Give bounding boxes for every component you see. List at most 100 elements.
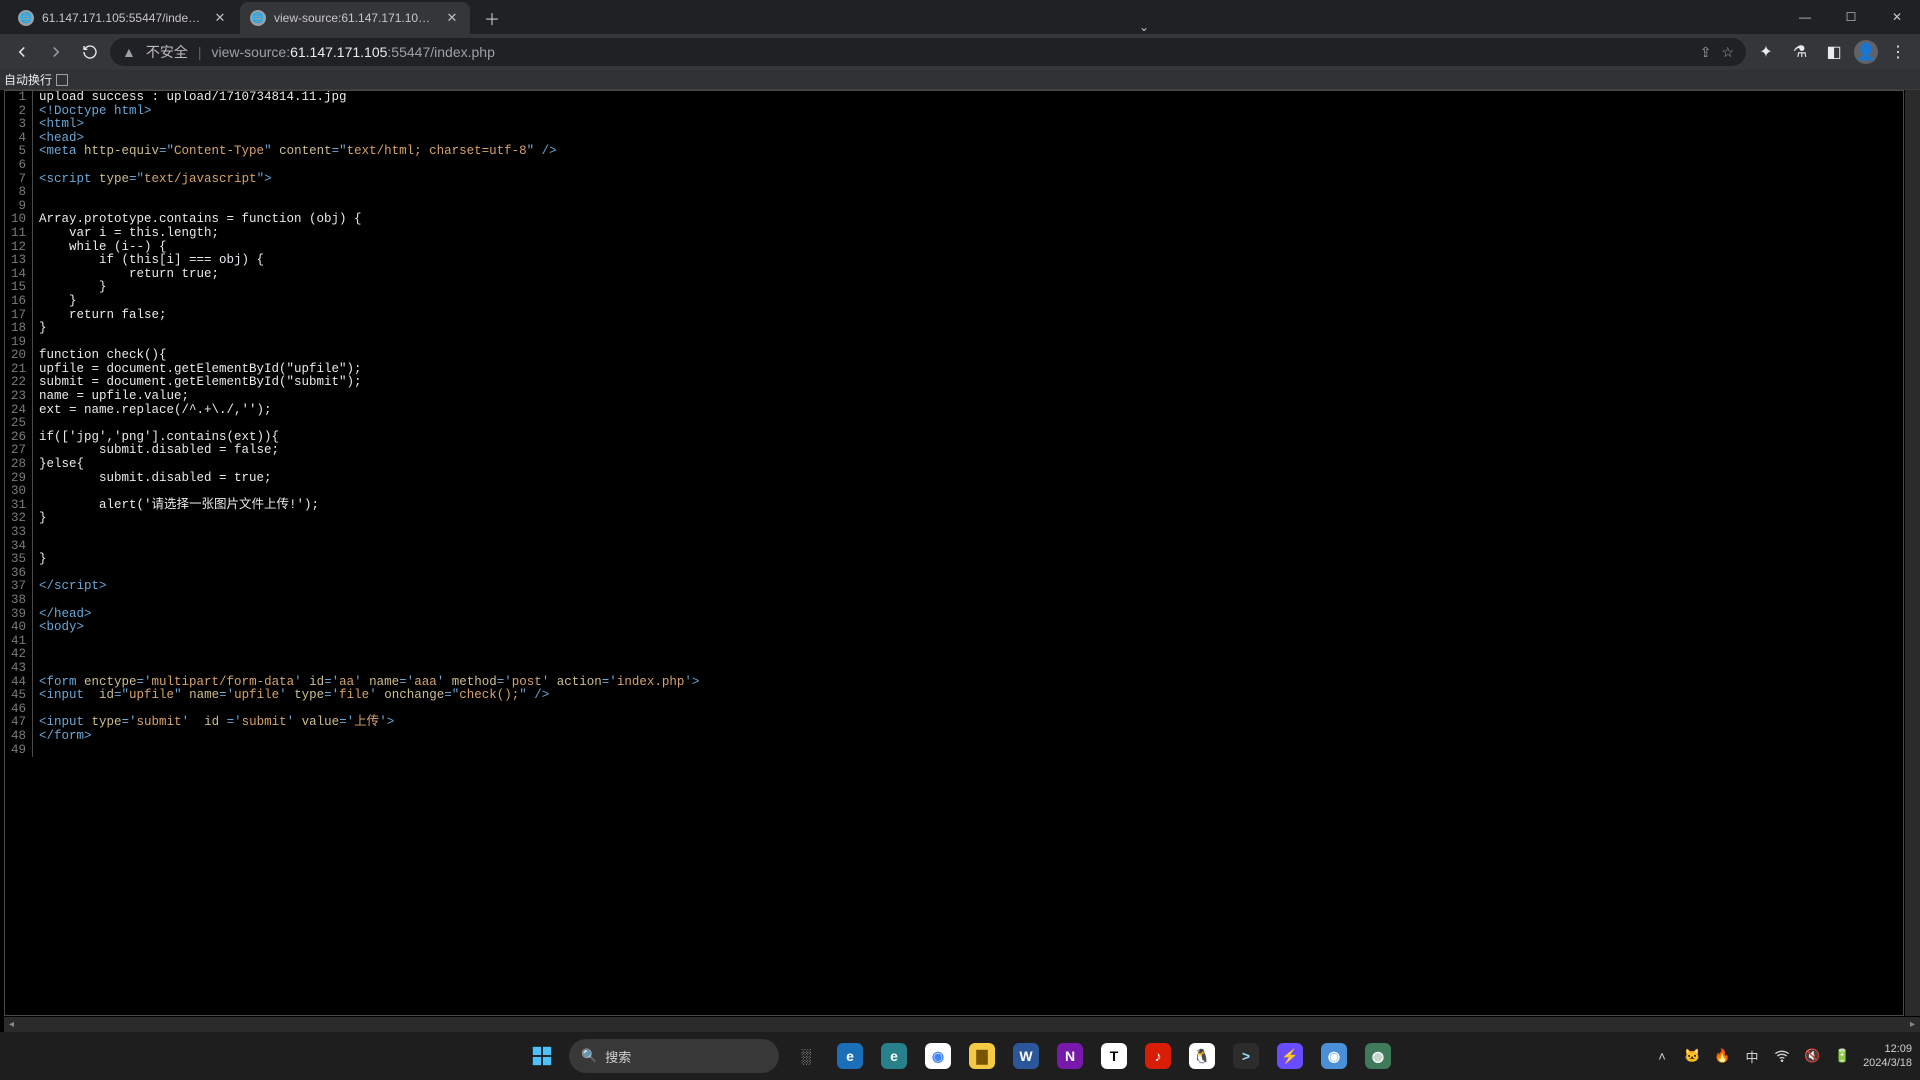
line-code[interactable] (33, 662, 1903, 676)
taskbar-app-edge-dev[interactable]: e (875, 1037, 913, 1075)
line-code[interactable]: <!Doctype html> (33, 105, 1903, 119)
taskbar-app-word[interactable]: W (1007, 1037, 1045, 1075)
scroll-right-icon[interactable]: ▸ (1905, 1017, 1920, 1032)
close-window-button[interactable]: ✕ (1874, 0, 1920, 34)
line-code[interactable]: alert('请选择一张图片文件上传!'); (33, 499, 1903, 513)
source-line: 25 (5, 417, 1903, 431)
taskbar-app-edge[interactable]: e (831, 1037, 869, 1075)
line-code[interactable]: submit.disabled = false; (33, 444, 1903, 458)
sidepanel-icon[interactable]: ◧ (1820, 38, 1848, 66)
horizontal-scrollbar[interactable]: ◂ ▸ (4, 1017, 1920, 1032)
tray-app-icon[interactable]: 🔥 (1713, 1047, 1731, 1065)
tab-overflow-icon[interactable]: ⌄ (1129, 20, 1159, 34)
line-code[interactable] (33, 567, 1903, 581)
line-code[interactable]: <script type="text/javascript"> (33, 173, 1903, 187)
forward-button[interactable] (42, 38, 70, 66)
menu-icon[interactable]: ⋮ (1884, 38, 1912, 66)
line-code[interactable]: }else{ (33, 458, 1903, 472)
source-content[interactable]: 1upload success : upload/1710734814.11.j… (4, 90, 1904, 1016)
back-button[interactable] (8, 38, 36, 66)
line-code[interactable]: submit.disabled = true; (33, 472, 1903, 486)
taskbar-app-task-view[interactable]: ░ (787, 1037, 825, 1075)
taskbar-app-burp[interactable]: ⚡ (1271, 1037, 1309, 1075)
taskbar-clock[interactable]: 12:09 2024/3/18 (1863, 1042, 1912, 1070)
line-code[interactable]: } (33, 553, 1903, 567)
maximize-button[interactable]: ☐ (1828, 0, 1874, 34)
line-code[interactable]: upfile = document.getElementById("upfile… (33, 363, 1903, 377)
line-number: 31 (5, 499, 33, 513)
line-code[interactable]: } (33, 295, 1903, 309)
ime-indicator[interactable]: 中 (1743, 1047, 1761, 1065)
line-code[interactable] (33, 635, 1903, 649)
line-code[interactable]: <html> (33, 118, 1903, 132)
taskbar-search[interactable]: 🔍 搜索 (569, 1039, 779, 1073)
line-code[interactable]: name = upfile.value; (33, 390, 1903, 404)
profile-icon[interactable]: 👤 (1854, 40, 1878, 64)
start-button[interactable] (523, 1037, 561, 1075)
address-bar[interactable]: ▲ 不安全 | view-source:61.147.171.105:55447… (110, 38, 1746, 66)
line-code[interactable]: } (33, 512, 1903, 526)
new-tab-button[interactable]: ＋ (478, 4, 506, 32)
volume-icon[interactable]: 🔇 (1803, 1047, 1821, 1065)
line-code[interactable]: var i = this.length; (33, 227, 1903, 241)
tray-app-icon[interactable]: 🐱 (1683, 1047, 1701, 1065)
reload-button[interactable] (76, 38, 104, 66)
labs-icon[interactable]: ⚗ (1786, 38, 1814, 66)
close-icon[interactable]: ✕ (212, 10, 228, 26)
line-code[interactable] (33, 336, 1903, 350)
line-code[interactable]: return true; (33, 268, 1903, 282)
taskbar-app-onenote[interactable]: N (1051, 1037, 1089, 1075)
taskbar-app-chrome[interactable]: ◉ (919, 1037, 957, 1075)
line-code[interactable]: </head> (33, 608, 1903, 622)
line-code[interactable]: </form> (33, 730, 1903, 744)
line-code[interactable]: while (i--) { (33, 241, 1903, 255)
taskbar-app-terminal[interactable]: > (1227, 1037, 1265, 1075)
line-code[interactable] (33, 186, 1903, 200)
line-code[interactable]: if (this[i] === obj) { (33, 254, 1903, 268)
line-code[interactable]: } (33, 322, 1903, 336)
line-code[interactable] (33, 648, 1903, 662)
wifi-icon[interactable] (1773, 1047, 1791, 1065)
line-code[interactable] (33, 200, 1903, 214)
line-code[interactable]: <input type='submit' id ='submit' value=… (33, 716, 1903, 730)
line-code[interactable]: <input id="upfile" name='upfile' type='f… (33, 689, 1903, 703)
line-code[interactable] (33, 526, 1903, 540)
taskbar-app-app[interactable]: ◍ (1359, 1037, 1397, 1075)
line-code[interactable] (33, 594, 1903, 608)
line-code[interactable] (33, 159, 1903, 173)
share-icon[interactable]: ⇪ (1700, 44, 1712, 61)
minimize-button[interactable]: ― (1782, 0, 1828, 34)
line-code[interactable]: function check(){ (33, 349, 1903, 363)
taskbar-app-typora[interactable]: T (1095, 1037, 1133, 1075)
taskbar-app-chromium[interactable]: ◉ (1315, 1037, 1353, 1075)
tab-active[interactable]: 🌐 view-source:61.147.171.105:55 ✕ (240, 2, 470, 34)
line-code[interactable]: if(['jpg','png'].contains(ext)){ (33, 431, 1903, 445)
close-icon[interactable]: ✕ (444, 10, 460, 26)
line-code[interactable] (33, 417, 1903, 431)
line-code[interactable]: return false; (33, 309, 1903, 323)
line-code[interactable]: Array.prototype.contains = function (obj… (33, 213, 1903, 227)
taskbar-app-qq[interactable]: 🐧 (1183, 1037, 1221, 1075)
autowrap-checkbox[interactable] (56, 74, 68, 86)
line-code[interactable]: </script> (33, 580, 1903, 594)
taskbar-app-explorer[interactable]: ▇ (963, 1037, 1001, 1075)
scroll-left-icon[interactable]: ◂ (4, 1017, 19, 1032)
bookmark-icon[interactable]: ☆ (1721, 44, 1734, 61)
line-code[interactable]: upload success : upload/1710734814.11.jp… (33, 91, 1903, 105)
line-code[interactable]: submit = document.getElementById("submit… (33, 376, 1903, 390)
taskbar-app-netease[interactable]: ♪ (1139, 1037, 1177, 1075)
line-code[interactable]: <meta http-equiv="Content-Type" content=… (33, 145, 1903, 159)
chevron-up-icon[interactable]: ˄ (1653, 1047, 1671, 1065)
line-code[interactable]: <form enctype='multipart/form-data' id='… (33, 676, 1903, 690)
line-code[interactable]: <head> (33, 132, 1903, 146)
battery-icon[interactable]: 🔋 (1833, 1047, 1851, 1065)
vertical-scrollbar[interactable] (1905, 90, 1920, 1016)
line-code[interactable]: ext = name.replace(/^.+\./,''); (33, 404, 1903, 418)
tab-inactive[interactable]: 🌐 61.147.171.105:55447/index.p ✕ (8, 2, 238, 34)
line-code[interactable]: } (33, 281, 1903, 295)
line-code[interactable] (33, 744, 1903, 758)
extensions-icon[interactable]: ✦ (1752, 38, 1780, 66)
line-code[interactable]: <body> (33, 621, 1903, 635)
line-code[interactable] (33, 540, 1903, 554)
line-code[interactable] (33, 485, 1903, 499)
